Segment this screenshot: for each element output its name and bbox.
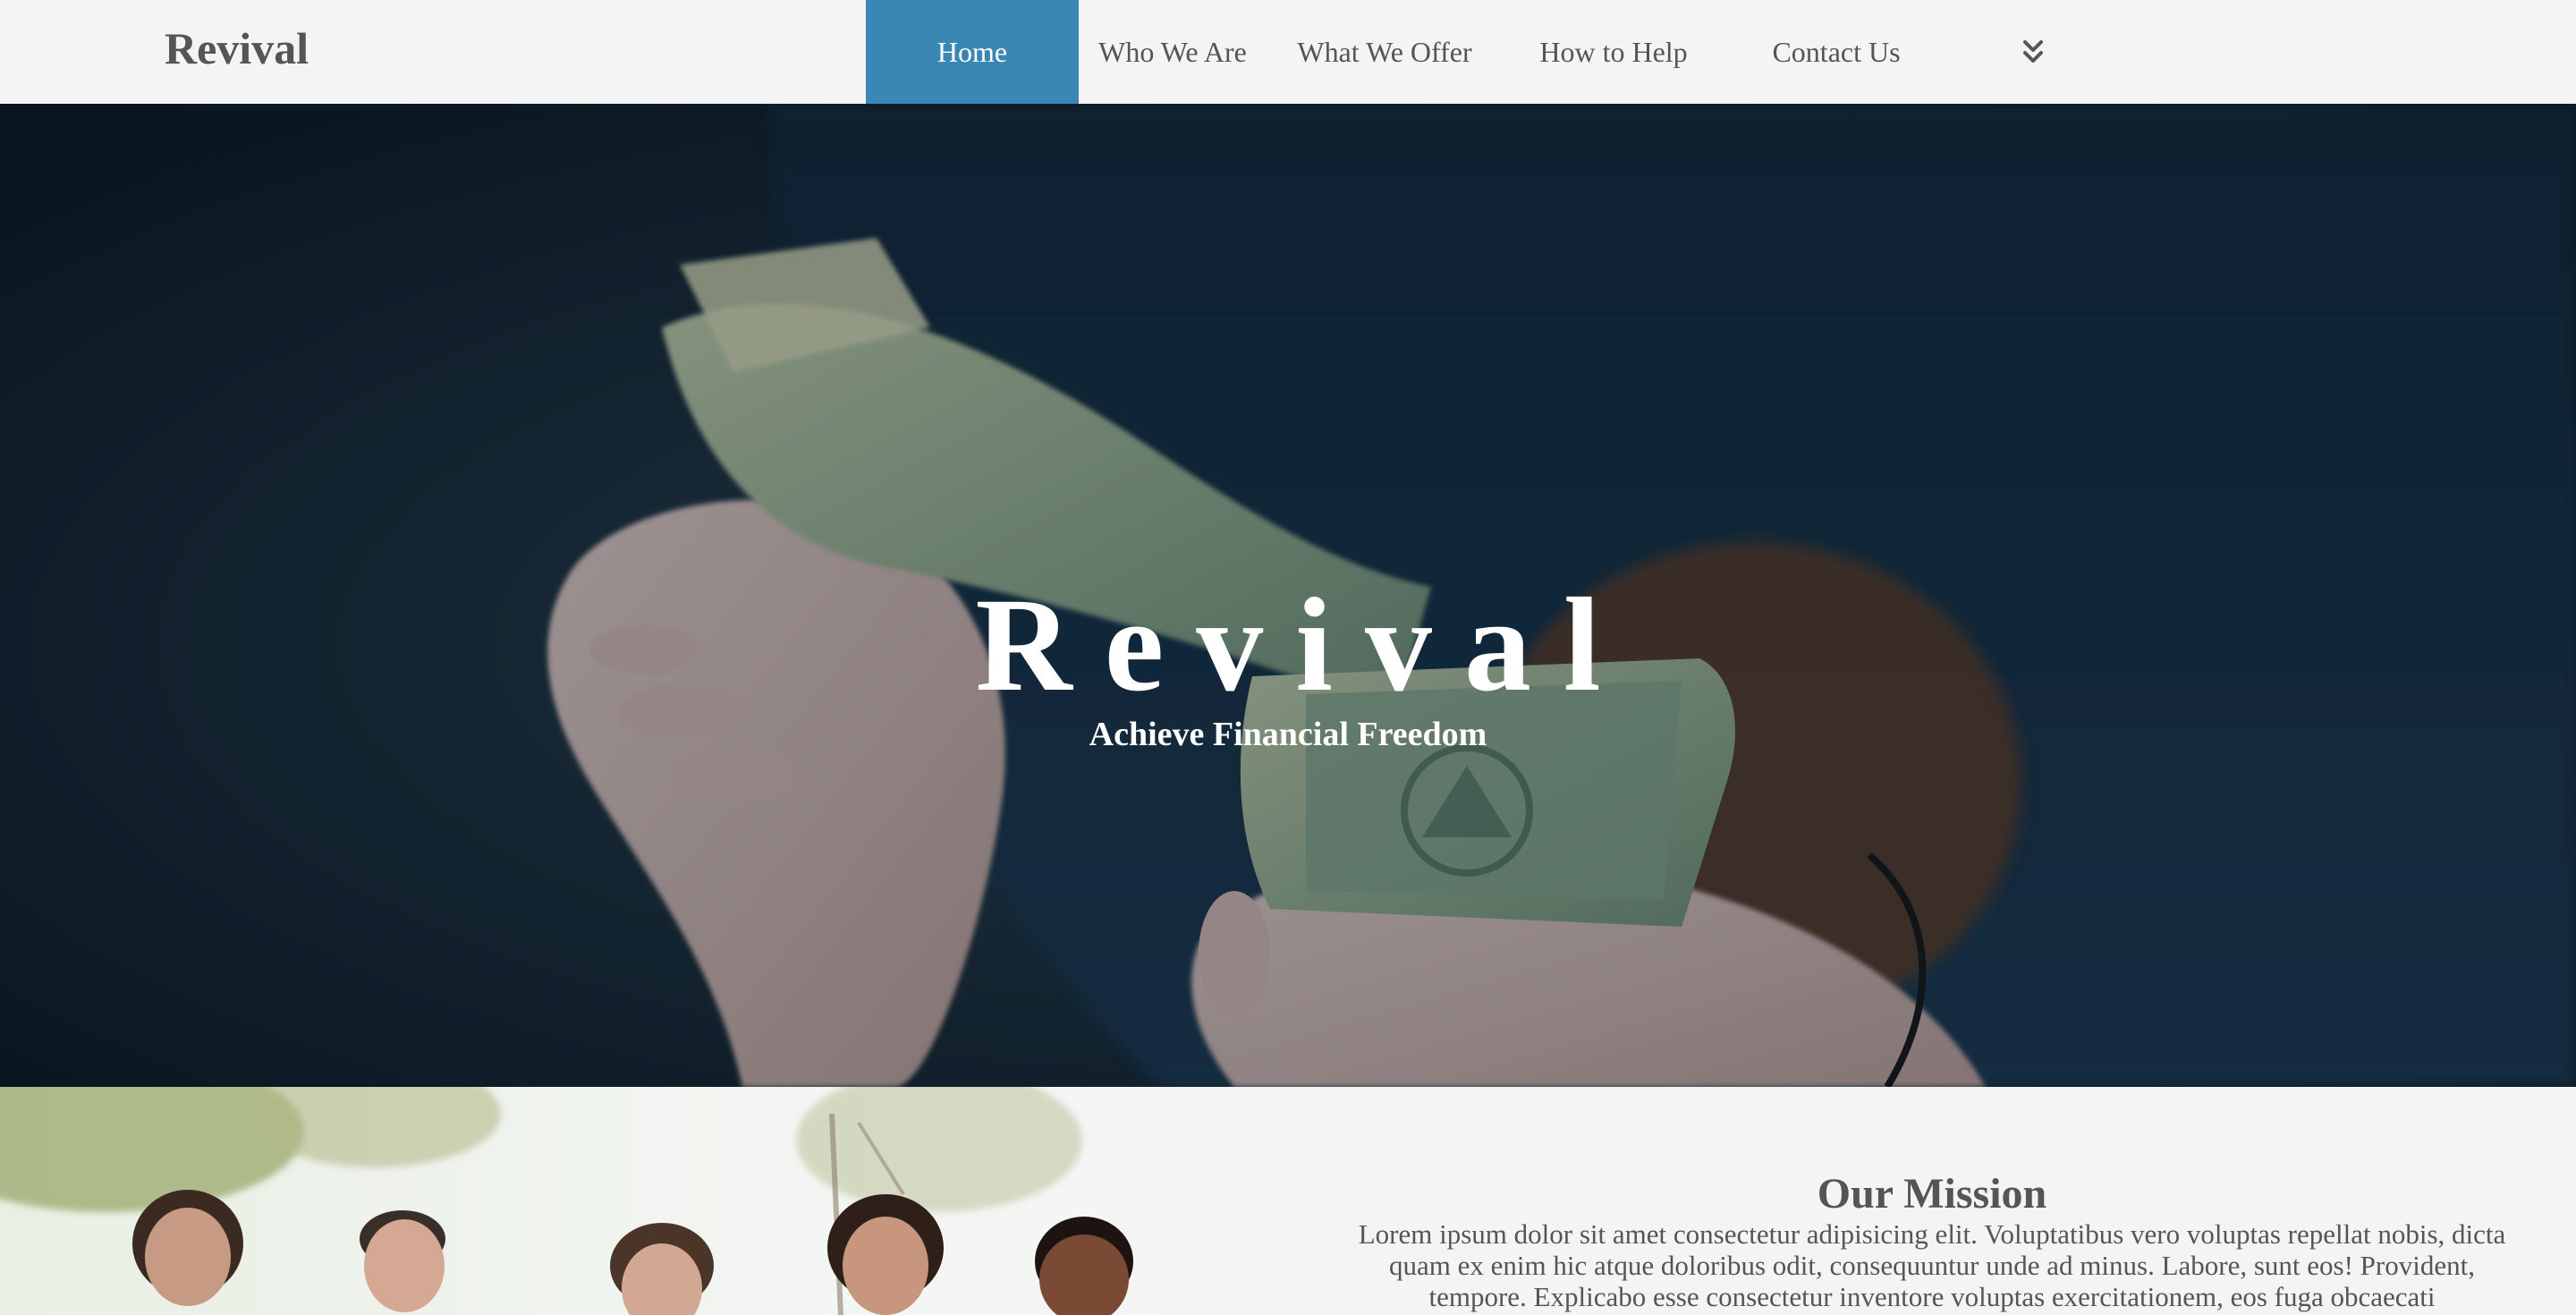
nav-item-label: Contact Us <box>1772 35 1901 68</box>
nav-item-how-to-help[interactable]: How to Help <box>1503 0 1724 104</box>
hero-title: Revival <box>975 571 1633 719</box>
nav-item-label: What We Offer <box>1297 35 1472 68</box>
nav-more-button[interactable] <box>1948 0 2118 104</box>
nav-item-label: How to Help <box>1539 35 1688 68</box>
nav-item-label: Home <box>936 35 1008 68</box>
nav-item-label: Who We Are <box>1098 35 1247 68</box>
nav-item-contact-us[interactable]: Contact Us <box>1724 0 1948 104</box>
mission-title: Our Mission <box>1817 1170 2047 1217</box>
group-photo-illustration <box>0 1087 1288 1315</box>
nav-item-who-we-are[interactable]: Who We Are <box>1079 0 1267 104</box>
nav-item-what-we-offer[interactable]: What We Offer <box>1267 0 1503 104</box>
hero-section: Revival Achieve Financial Freedom <box>0 104 2576 1087</box>
brand-logo[interactable]: Revival <box>165 20 309 77</box>
mission-text: Our Mission Lorem ipsum dolor sit amet c… <box>1306 1170 2558 1313</box>
nav-item-home[interactable]: Home <box>866 0 1079 104</box>
mission-body: Lorem ipsum dolor sit amet consectetur a… <box>1358 1218 2506 1312</box>
navbar: Revival Home Who We Are What We Offer Ho… <box>0 0 2576 104</box>
mission-section: Our Mission Lorem ipsum dolor sit amet c… <box>0 1087 2576 1315</box>
double-chevron-down-icon <box>2023 40 2043 64</box>
mission-image <box>0 1087 1288 1315</box>
hero-subtitle: Achieve Financial Freedom <box>1089 716 1487 753</box>
